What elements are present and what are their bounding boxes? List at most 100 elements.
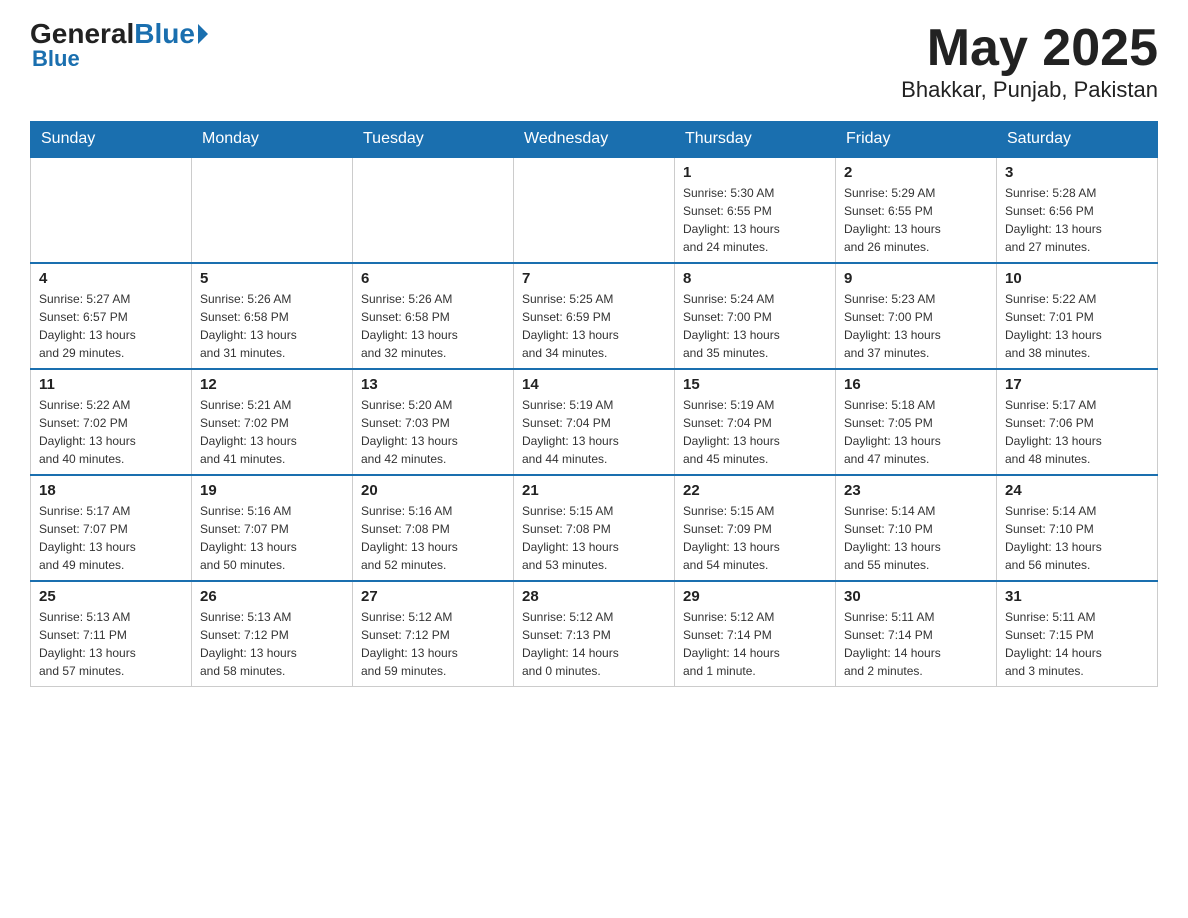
calendar-cell: 11Sunrise: 5:22 AM Sunset: 7:02 PM Dayli… — [31, 369, 192, 475]
day-number: 20 — [361, 482, 505, 499]
calendar-cell: 9Sunrise: 5:23 AM Sunset: 7:00 PM Daylig… — [836, 263, 997, 369]
day-number: 17 — [1005, 376, 1149, 393]
column-header-monday: Monday — [192, 122, 353, 158]
page-header: General Blue Blue May 2025 Bhakkar, Punj… — [30, 20, 1158, 103]
day-info: Sunrise: 5:13 AM Sunset: 7:12 PM Dayligh… — [200, 608, 344, 680]
calendar-cell: 1 Sunrise: 5:30 AM Sunset: 6:55 PM Daylig… — [675, 157, 836, 263]
logo: General Blue Blue — [30, 20, 208, 72]
logo-general-text: General — [30, 20, 134, 48]
calendar-cell: 27 Sunrise: 5:12 AM Sunset: 7:12 PM Dayli… — [353, 581, 514, 687]
day-number: 27 — [361, 588, 505, 605]
day-number: 7 — [522, 270, 666, 287]
day-number: 19 — [200, 482, 344, 499]
day-info: Sunrise: 5:28 AM Sunset: 6:56 PM Dayligh… — [1005, 184, 1149, 256]
calendar-cell — [192, 157, 353, 263]
calendar-cell: 23 Sunrise: 5:14 AM Sunset: 7:10 PM Dayli… — [836, 475, 997, 581]
day-info: Sunrise: 5:30 AM Sunset: 6:55 PM Dayligh… — [683, 184, 827, 256]
day-number: 16 — [844, 376, 988, 393]
day-number: 8 — [683, 270, 827, 287]
day-number: 5 — [200, 270, 344, 287]
day-info: Sunrise: 5:18 AM Sunset: 7:05 PM Dayligh… — [844, 396, 988, 468]
day-info: Sunrise: 5:29 AM Sunset: 6:55 PM Dayligh… — [844, 184, 988, 256]
day-info: Sunrise: 5:11 AM Sunset: 7:14 PM Dayligh… — [844, 608, 988, 680]
day-number: 25 — [39, 588, 183, 605]
calendar-header-row: SundayMondayTuesdayWednesdayThursdayFrid… — [31, 122, 1158, 158]
calendar-cell: 3Sunrise: 5:28 AM Sunset: 6:56 PM Daylig… — [997, 157, 1158, 263]
calendar-cell: 10 Sunrise: 5:22 AM Sunset: 7:01 PM Dayli… — [997, 263, 1158, 369]
column-header-wednesday: Wednesday — [514, 122, 675, 158]
calendar-cell: 5 Sunrise: 5:26 AM Sunset: 6:58 PM Daylig… — [192, 263, 353, 369]
calendar-cell — [514, 157, 675, 263]
day-info: Sunrise: 5:25 AM Sunset: 6:59 PM Dayligh… — [522, 290, 666, 362]
column-header-sunday: Sunday — [31, 122, 192, 158]
calendar-cell: 24 Sunrise: 5:14 AM Sunset: 7:10 PM Dayli… — [997, 475, 1158, 581]
day-number: 6 — [361, 270, 505, 287]
day-info: Sunrise: 5:12 AM Sunset: 7:12 PM Dayligh… — [361, 608, 505, 680]
calendar-cell: 19 Sunrise: 5:16 AM Sunset: 7:07 PM Dayli… — [192, 475, 353, 581]
calendar-cell — [31, 157, 192, 263]
day-info: Sunrise: 5:22 AM Sunset: 7:02 PM Dayligh… — [39, 396, 183, 468]
day-info: Sunrise: 5:26 AM Sunset: 6:58 PM Dayligh… — [361, 290, 505, 362]
logo-arrow-icon — [198, 24, 208, 44]
day-number: 22 — [683, 482, 827, 499]
calendar-cell: 7 Sunrise: 5:25 AM Sunset: 6:59 PM Daylig… — [514, 263, 675, 369]
calendar-cell: 6 Sunrise: 5:26 AM Sunset: 6:58 PM Daylig… — [353, 263, 514, 369]
calendar-week-row: 4Sunrise: 5:27 AM Sunset: 6:57 PM Daylig… — [31, 263, 1158, 369]
calendar-cell: 22Sunrise: 5:15 AM Sunset: 7:09 PM Dayli… — [675, 475, 836, 581]
calendar-cell: 13Sunrise: 5:20 AM Sunset: 7:03 PM Dayli… — [353, 369, 514, 475]
day-number: 10 — [1005, 270, 1149, 287]
calendar-week-row: 1 Sunrise: 5:30 AM Sunset: 6:55 PM Daylig… — [31, 157, 1158, 263]
day-number: 23 — [844, 482, 988, 499]
day-number: 24 — [1005, 482, 1149, 499]
calendar-cell: 29 Sunrise: 5:12 AM Sunset: 7:14 PM Dayli… — [675, 581, 836, 687]
day-info: Sunrise: 5:16 AM Sunset: 7:08 PM Dayligh… — [361, 502, 505, 574]
day-number: 15 — [683, 376, 827, 393]
day-info: Sunrise: 5:19 AM Sunset: 7:04 PM Dayligh… — [522, 396, 666, 468]
calendar-cell: 28 Sunrise: 5:12 AM Sunset: 7:13 PM Dayli… — [514, 581, 675, 687]
day-number: 2 — [844, 164, 988, 181]
calendar-week-row: 18Sunrise: 5:17 AM Sunset: 7:07 PM Dayli… — [31, 475, 1158, 581]
column-header-tuesday: Tuesday — [353, 122, 514, 158]
calendar-cell: 17 Sunrise: 5:17 AM Sunset: 7:06 PM Dayli… — [997, 369, 1158, 475]
column-header-thursday: Thursday — [675, 122, 836, 158]
day-info: Sunrise: 5:14 AM Sunset: 7:10 PM Dayligh… — [1005, 502, 1149, 574]
day-info: Sunrise: 5:12 AM Sunset: 7:13 PM Dayligh… — [522, 608, 666, 680]
calendar-cell: 8Sunrise: 5:24 AM Sunset: 7:00 PM Daylig… — [675, 263, 836, 369]
calendar-week-row: 25 Sunrise: 5:13 AM Sunset: 7:11 PM Dayli… — [31, 581, 1158, 687]
month-title: May 2025 — [901, 20, 1158, 77]
day-info: Sunrise: 5:26 AM Sunset: 6:58 PM Dayligh… — [200, 290, 344, 362]
day-number: 14 — [522, 376, 666, 393]
day-number: 29 — [683, 588, 827, 605]
day-number: 18 — [39, 482, 183, 499]
title-area: May 2025 Bhakkar, Punjab, Pakistan — [901, 20, 1158, 103]
day-number: 1 — [683, 164, 827, 181]
day-info: Sunrise: 5:17 AM Sunset: 7:06 PM Dayligh… — [1005, 396, 1149, 468]
day-info: Sunrise: 5:21 AM Sunset: 7:02 PM Dayligh… — [200, 396, 344, 468]
calendar-cell: 21 Sunrise: 5:15 AM Sunset: 7:08 PM Dayli… — [514, 475, 675, 581]
day-number: 4 — [39, 270, 183, 287]
logo-subtitle: Blue — [32, 46, 80, 72]
day-number: 28 — [522, 588, 666, 605]
day-number: 26 — [200, 588, 344, 605]
day-number: 9 — [844, 270, 988, 287]
day-number: 12 — [200, 376, 344, 393]
calendar-cell: 20 Sunrise: 5:16 AM Sunset: 7:08 PM Dayli… — [353, 475, 514, 581]
day-info: Sunrise: 5:13 AM Sunset: 7:11 PM Dayligh… — [39, 608, 183, 680]
location-title: Bhakkar, Punjab, Pakistan — [901, 77, 1158, 103]
column-header-friday: Friday — [836, 122, 997, 158]
day-info: Sunrise: 5:12 AM Sunset: 7:14 PM Dayligh… — [683, 608, 827, 680]
day-number: 21 — [522, 482, 666, 499]
calendar-cell: 26 Sunrise: 5:13 AM Sunset: 7:12 PM Dayli… — [192, 581, 353, 687]
column-header-saturday: Saturday — [997, 122, 1158, 158]
calendar-cell: 4Sunrise: 5:27 AM Sunset: 6:57 PM Daylig… — [31, 263, 192, 369]
day-number: 31 — [1005, 588, 1149, 605]
day-number: 30 — [844, 588, 988, 605]
day-info: Sunrise: 5:14 AM Sunset: 7:10 PM Dayligh… — [844, 502, 988, 574]
calendar-cell: 16 Sunrise: 5:18 AM Sunset: 7:05 PM Dayli… — [836, 369, 997, 475]
calendar-cell: 15Sunrise: 5:19 AM Sunset: 7:04 PM Dayli… — [675, 369, 836, 475]
day-info: Sunrise: 5:22 AM Sunset: 7:01 PM Dayligh… — [1005, 290, 1149, 362]
day-info: Sunrise: 5:15 AM Sunset: 7:08 PM Dayligh… — [522, 502, 666, 574]
calendar-cell: 30 Sunrise: 5:11 AM Sunset: 7:14 PM Dayli… — [836, 581, 997, 687]
day-number: 13 — [361, 376, 505, 393]
day-info: Sunrise: 5:16 AM Sunset: 7:07 PM Dayligh… — [200, 502, 344, 574]
